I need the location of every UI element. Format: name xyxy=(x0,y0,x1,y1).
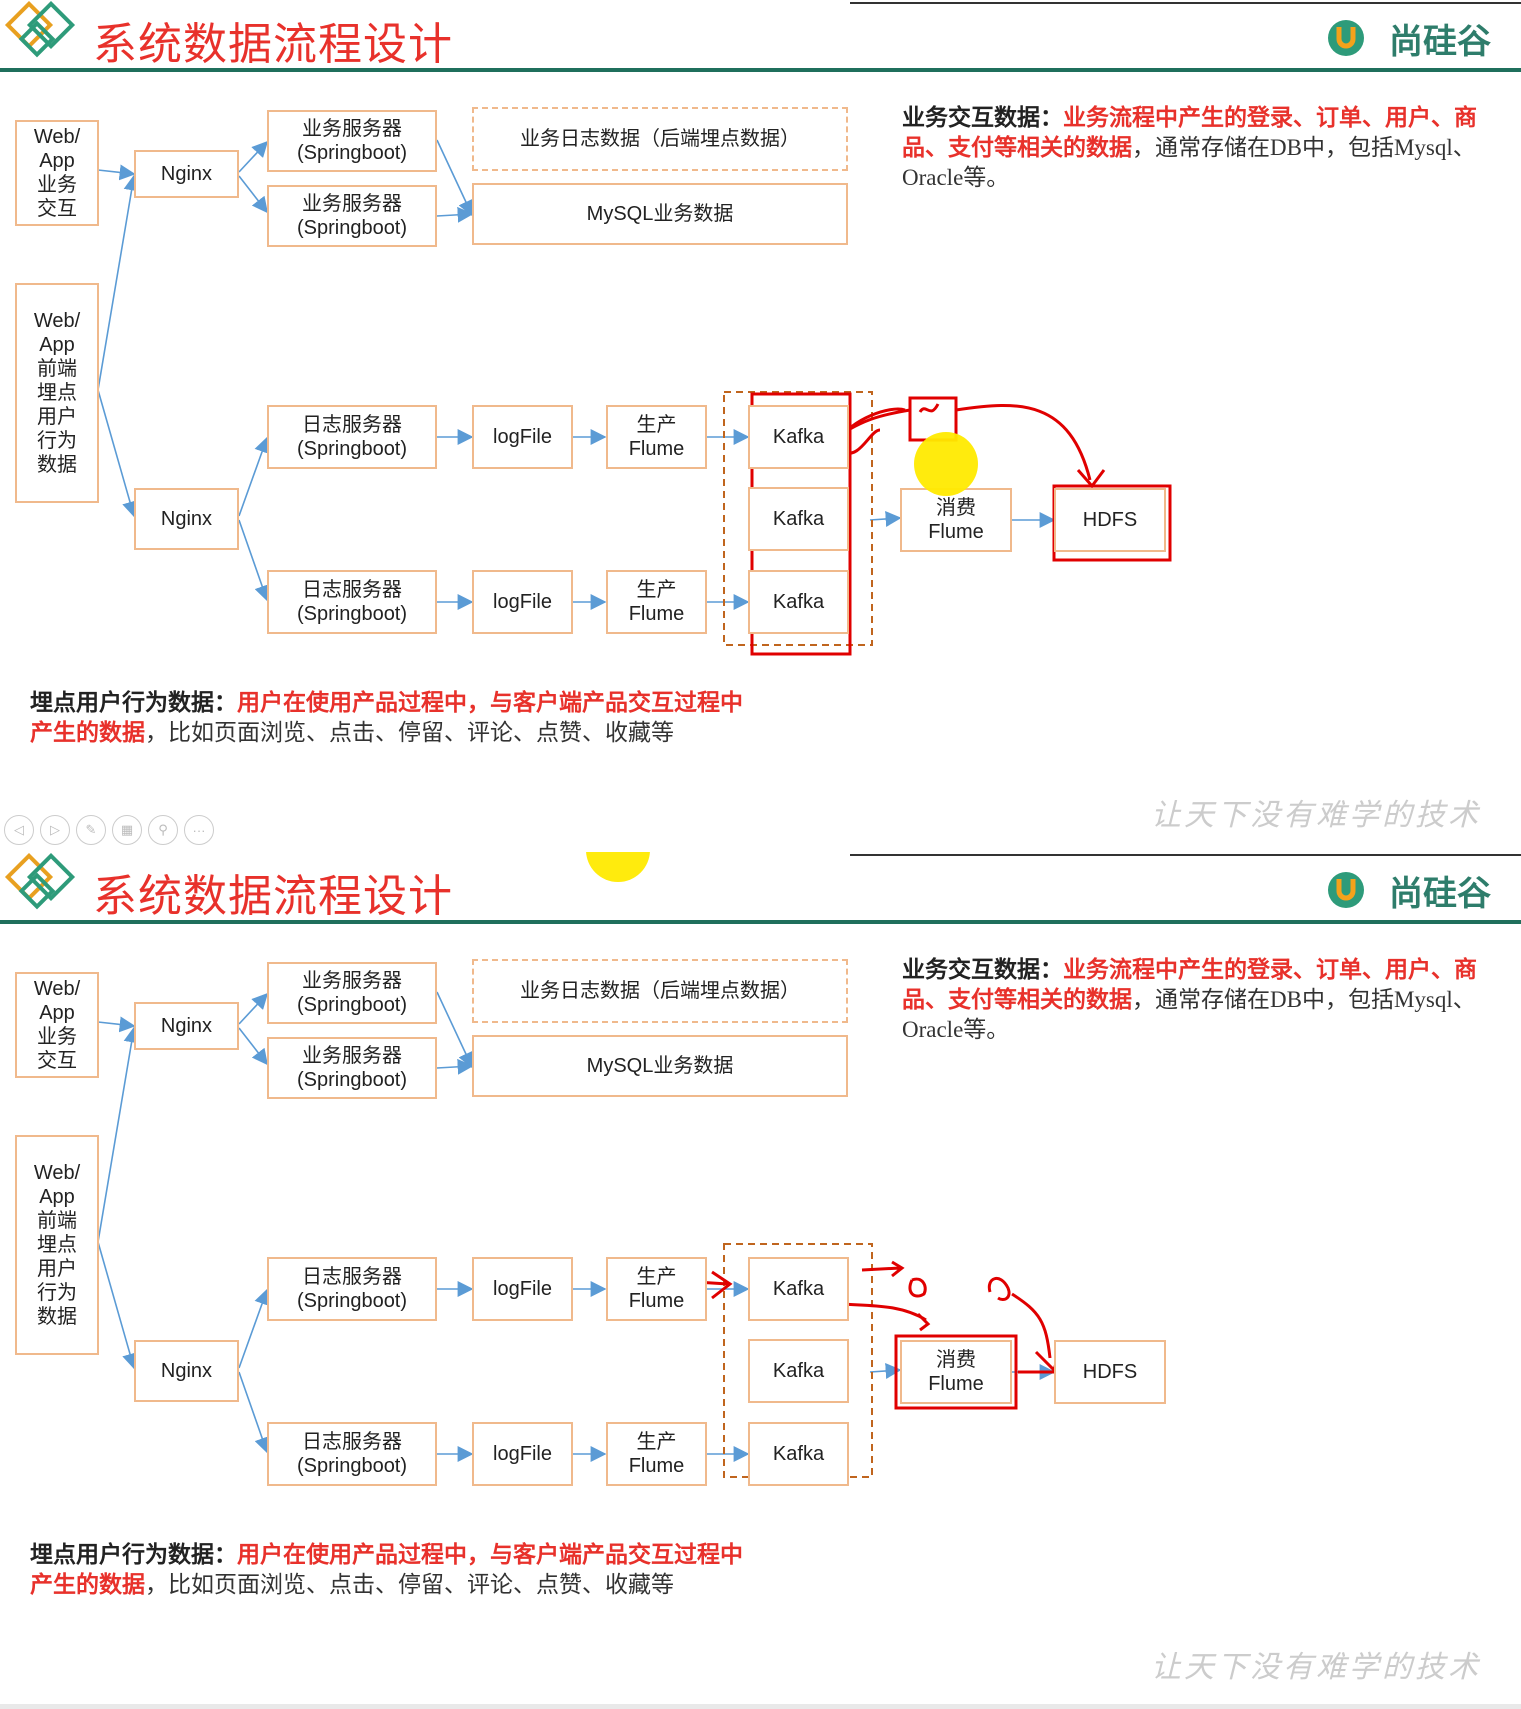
business-server-box: 业务服务器 (Springboot) xyxy=(267,1037,437,1099)
nginx-box: Nginx xyxy=(134,150,239,198)
previous-slide-icon[interactable]: ◁ xyxy=(4,815,34,845)
consume-flume-box: 消费 Flume xyxy=(900,1340,1012,1404)
mysql-box: MySQL业务数据 xyxy=(472,183,848,245)
slide-2: 系统数据流程设计 尚硅谷 Web/ App 业务 交互 Web/ App 前端 … xyxy=(0,852,1521,1704)
business-server-box: 业务服务器 (Springboot) xyxy=(267,962,437,1024)
business-log-box: 业务日志数据（后端埋点数据） xyxy=(472,959,848,1023)
logfile-box: logFile xyxy=(472,570,573,634)
produce-flume-box: 生产 Flume xyxy=(606,1257,707,1321)
log-server-box: 日志服务器 (Springboot) xyxy=(267,570,437,634)
business-log-box: 业务日志数据（后端埋点数据） xyxy=(472,107,848,171)
log-server-box: 日志服务器 (Springboot) xyxy=(267,1422,437,1486)
kafka-box: Kafka xyxy=(748,570,849,634)
next-slide-icon[interactable]: ▷ xyxy=(40,815,70,845)
hdfs-box: HDFS xyxy=(1054,1340,1166,1404)
business-server-box: 业务服务器 (Springboot) xyxy=(267,110,437,172)
slide-1: 系统数据流程设计 尚硅谷 Web/ App 业务 交互 Web/ App 前端 … xyxy=(0,0,1521,852)
watermark: 让天下没有难学的技术 xyxy=(1151,1650,1481,1685)
behavior-data-description: 埋点用户行为数据：用户在使用产品过程中，与客户端产品交互过程中产生的数据，比如页… xyxy=(30,688,750,748)
web-app-business-box: Web/ App 业务 交互 xyxy=(15,120,99,226)
pen-icon[interactable]: ✎ xyxy=(76,815,106,845)
logo-u-icon xyxy=(1328,20,1364,56)
kafka-box: Kafka xyxy=(748,1339,849,1403)
desc-rest: ，比如页面浏览、点击、停留、评论、点赞、收藏等 xyxy=(145,1572,674,1597)
watermark: 让天下没有难学的技术 xyxy=(1151,798,1481,833)
produce-flume-box: 生产 Flume xyxy=(606,1422,707,1486)
logfile-box: logFile xyxy=(472,405,573,469)
brand-logo: 尚硅谷 xyxy=(1389,23,1491,61)
logfile-box: logFile xyxy=(472,1257,573,1321)
nginx-box: Nginx xyxy=(134,488,239,550)
web-app-frontend-box: Web/ App 前端 埋点 用户 行为 数据 xyxy=(15,283,99,503)
page-title: 系统数据流程设计 xyxy=(93,20,453,69)
slides-grid-icon[interactable]: ▦ xyxy=(112,815,142,845)
logfile-box: logFile xyxy=(472,1422,573,1486)
desc-label: 埋点用户行为数据： xyxy=(30,690,237,715)
pointer-highlight xyxy=(914,432,978,496)
desc-label: 业务交互数据： xyxy=(902,105,1063,130)
web-app-business-box: Web/ App 业务 交互 xyxy=(15,972,99,1078)
produce-flume-box: 生产 Flume xyxy=(606,570,707,634)
business-server-box: 业务服务器 (Springboot) xyxy=(267,185,437,247)
produce-flume-box: 生产 Flume xyxy=(606,405,707,469)
consume-flume-box: 消费 Flume xyxy=(900,488,1012,552)
brand-logo: 尚硅谷 xyxy=(1389,875,1491,913)
logo-u-icon xyxy=(1328,872,1364,908)
nginx-box: Nginx xyxy=(134,1002,239,1050)
log-server-box: 日志服务器 (Springboot) xyxy=(267,1257,437,1321)
desc-label: 埋点用户行为数据： xyxy=(30,1542,237,1567)
desc-label: 业务交互数据： xyxy=(902,957,1063,982)
behavior-data-description: 埋点用户行为数据：用户在使用产品过程中，与客户端产品交互过程中产生的数据，比如页… xyxy=(30,1540,750,1600)
kafka-box: Kafka xyxy=(748,487,849,551)
kafka-box: Kafka xyxy=(748,405,849,469)
presentation-controls: ◁ ▷ ✎ ▦ ⚲ ··· xyxy=(4,815,214,845)
mysql-box: MySQL业务数据 xyxy=(472,1035,848,1097)
zoom-icon[interactable]: ⚲ xyxy=(148,815,178,845)
logo-diamond-icon xyxy=(4,0,76,58)
log-server-box: 日志服务器 (Springboot) xyxy=(267,405,437,469)
desc-rest: ，比如页面浏览、点击、停留、评论、点赞、收藏等 xyxy=(145,720,674,745)
more-icon[interactable]: ··· xyxy=(184,815,214,845)
page-title: 系统数据流程设计 xyxy=(93,872,453,921)
hdfs-box: HDFS xyxy=(1054,488,1166,552)
kafka-box: Kafka xyxy=(748,1422,849,1486)
web-app-frontend-box: Web/ App 前端 埋点 用户 行为 数据 xyxy=(15,1135,99,1355)
business-data-description: 业务交互数据：业务流程中产生的登录、订单、用户、商品、支付等相关的数据，通常存储… xyxy=(902,103,1502,193)
business-data-description: 业务交互数据：业务流程中产生的登录、订单、用户、商品、支付等相关的数据，通常存储… xyxy=(902,955,1502,1045)
nginx-box: Nginx xyxy=(134,1340,239,1402)
kafka-box: Kafka xyxy=(748,1257,849,1321)
logo-diamond-icon xyxy=(4,852,76,910)
